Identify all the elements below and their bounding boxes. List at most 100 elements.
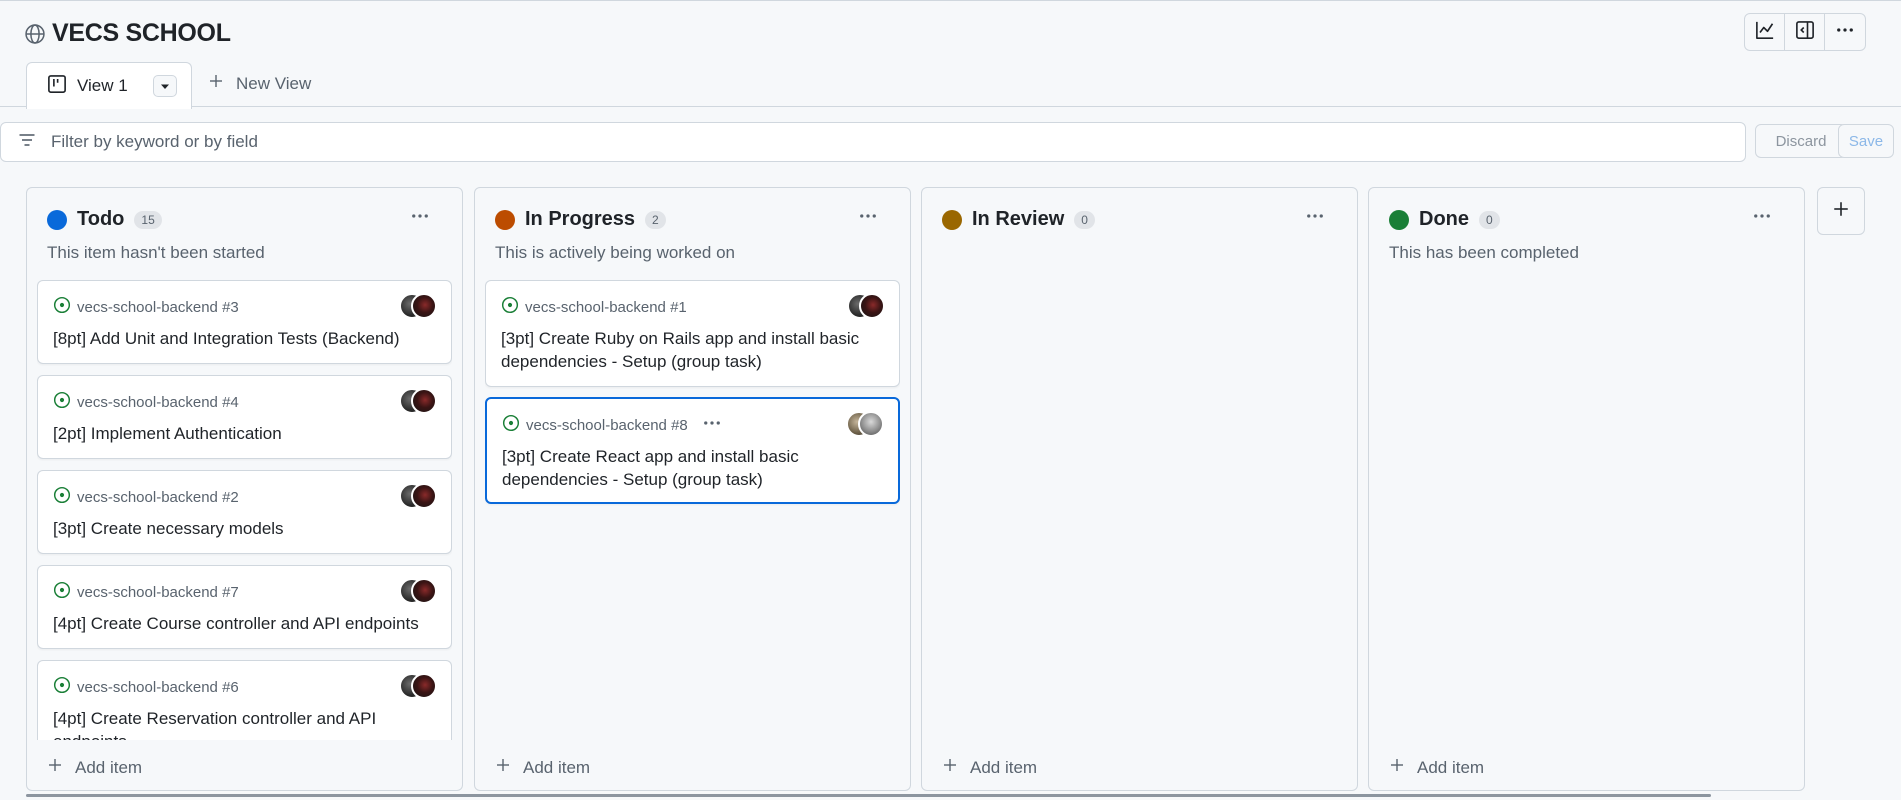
column-menu-button[interactable] (854, 208, 882, 228)
add-item-button[interactable]: Add item (1389, 757, 1484, 778)
more-options-button[interactable] (1825, 14, 1865, 50)
add-item-button[interactable]: Add item (942, 757, 1037, 778)
issue-opened-icon (53, 676, 71, 698)
side-panel-button[interactable] (1785, 14, 1825, 50)
column-description: This is actively being worked on (495, 243, 736, 262)
issue-title[interactable]: [3pt] Create Ruby on Rails app and insta… (501, 327, 884, 373)
issue-opened-icon (53, 486, 71, 508)
column-header: In Progress 2 (495, 208, 666, 231)
column-header: In Review 0 (942, 208, 1095, 231)
card-meta: vecs-school-backend #3 (53, 296, 239, 318)
plus-icon (47, 757, 63, 778)
issue-reference[interactable]: vecs-school-backend #2 (77, 489, 239, 506)
card-meta: vecs-school-backend #8 (502, 414, 722, 436)
issue-title[interactable]: [4pt] Create Reservation controller and … (53, 707, 436, 740)
item-count-badge: 0 (1074, 210, 1095, 229)
column-done: Done 0 This has been completed Add item (1368, 187, 1805, 791)
plus-icon (495, 757, 511, 778)
card-list: vecs-school-backend #1 [3pt] Create Ruby… (485, 280, 900, 740)
issue-reference[interactable]: vecs-school-backend #3 (77, 299, 239, 316)
column-menu-button[interactable] (1301, 208, 1329, 228)
add-item-label: Add item (970, 757, 1038, 777)
card-list: vecs-school-backend #3 [8pt] Add Unit an… (37, 280, 452, 740)
assignee-avatars[interactable] (399, 293, 437, 319)
assignee-avatars[interactable] (399, 483, 437, 509)
kebab-horizontal-icon (702, 416, 722, 434)
issue-title[interactable]: [8pt] Add Unit and Integration Tests (Ba… (53, 327, 436, 350)
column-menu-button[interactable] (1748, 208, 1776, 228)
add-item-label: Add item (523, 757, 591, 777)
status-dot (495, 209, 515, 230)
column-header: Done 0 (1389, 208, 1500, 231)
add-item-button[interactable]: Add item (47, 757, 142, 778)
issue-card[interactable]: vecs-school-backend #6 [4pt] Create Rese… (37, 660, 452, 740)
issue-reference[interactable]: vecs-school-backend #1 (525, 299, 687, 316)
insights-button[interactable] (1745, 14, 1785, 50)
assignee-avatars[interactable] (399, 388, 437, 414)
issue-card[interactable]: vecs-school-backend #1 [3pt] Create Ruby… (485, 280, 900, 387)
issue-card[interactable]: vecs-school-backend #4 [2pt] Implement A… (37, 375, 452, 459)
status-dot (1389, 209, 1409, 230)
discard-button[interactable]: Discard (1755, 124, 1847, 158)
assignee-avatars[interactable] (846, 411, 884, 437)
issue-card[interactable]: vecs-school-backend #3 [8pt] Add Unit an… (37, 280, 452, 364)
plus-icon (942, 757, 958, 778)
avatar (411, 578, 437, 604)
project-title-row: VECS SCHOOL (24, 19, 231, 48)
filter-input[interactable] (51, 132, 1745, 152)
card-meta: vecs-school-backend #4 (53, 391, 239, 413)
sidebar-expand-icon (1795, 20, 1815, 45)
kebab-horizontal-icon (858, 206, 878, 231)
kebab-horizontal-icon (1305, 206, 1325, 231)
assignee-avatars[interactable] (847, 293, 885, 319)
assignee-avatars[interactable] (399, 578, 437, 604)
column-description: This item hasn't been started (47, 243, 265, 262)
save-button[interactable]: Save (1838, 124, 1894, 158)
avatar (858, 411, 884, 437)
column-in-progress: In Progress 2 This is actively being wor… (474, 187, 911, 791)
column-title: Todo (77, 208, 125, 230)
issue-title[interactable]: [3pt] Create necessary models (53, 517, 436, 540)
globe-icon (24, 23, 46, 45)
card-meta: vecs-school-backend #1 (501, 296, 687, 318)
add-item-label: Add item (75, 757, 143, 777)
card-meta: vecs-school-backend #2 (53, 486, 239, 508)
add-column-button[interactable] (1817, 187, 1865, 235)
column-menu-button[interactable] (406, 208, 434, 228)
issue-card[interactable]: vecs-school-backend #2 [3pt] Create nece… (37, 470, 452, 554)
issue-title[interactable]: [2pt] Implement Authentication (53, 422, 436, 445)
card-meta: vecs-school-backend #7 (53, 581, 239, 603)
issue-reference[interactable]: vecs-school-backend #7 (77, 584, 239, 601)
project-header: VECS SCHOOL View 1 New View (0, 0, 1901, 109)
column-todo: Todo 15 This item hasn't been started ve… (26, 187, 463, 791)
issue-title[interactable]: [3pt] Create React app and install basic… (502, 445, 883, 491)
header-actions (1744, 13, 1866, 51)
kebab-horizontal-icon (1752, 206, 1772, 231)
column-description: This has been completed (1389, 243, 1579, 262)
issue-card-selected[interactable]: vecs-school-backend #8 [3pt] Create Reac… (485, 397, 900, 504)
issue-card[interactable]: vecs-school-backend #7 [4pt] Create Cour… (37, 565, 452, 649)
column-in-review: In Review 0 Add item (921, 187, 1358, 791)
assignee-avatars[interactable] (399, 673, 437, 699)
column-header: Todo 15 (47, 208, 162, 231)
issue-reference[interactable]: vecs-school-backend #6 (77, 679, 239, 696)
tab-view-1[interactable]: View 1 (26, 62, 192, 109)
avatar (411, 483, 437, 509)
view-options-button[interactable] (153, 75, 177, 97)
graph-icon (1755, 20, 1775, 45)
horizontal-scrollbar[interactable] (26, 794, 1711, 797)
item-count-badge: 0 (1479, 210, 1500, 229)
kebab-horizontal-icon (410, 206, 430, 231)
card-more-button[interactable] (702, 416, 722, 434)
issue-opened-icon (53, 296, 71, 318)
issue-reference[interactable]: vecs-school-backend #8 (526, 417, 688, 434)
add-item-button[interactable]: Add item (495, 757, 590, 778)
plus-icon (1832, 200, 1850, 223)
new-view-button[interactable]: New View (208, 73, 311, 94)
issue-reference[interactable]: vecs-school-backend #4 (77, 394, 239, 411)
kebab-horizontal-icon (1835, 20, 1855, 45)
triangle-down-icon (160, 77, 170, 95)
issue-title[interactable]: [4pt] Create Course controller and API e… (53, 612, 436, 635)
column-title: In Progress (525, 208, 636, 230)
status-dot (942, 209, 962, 230)
